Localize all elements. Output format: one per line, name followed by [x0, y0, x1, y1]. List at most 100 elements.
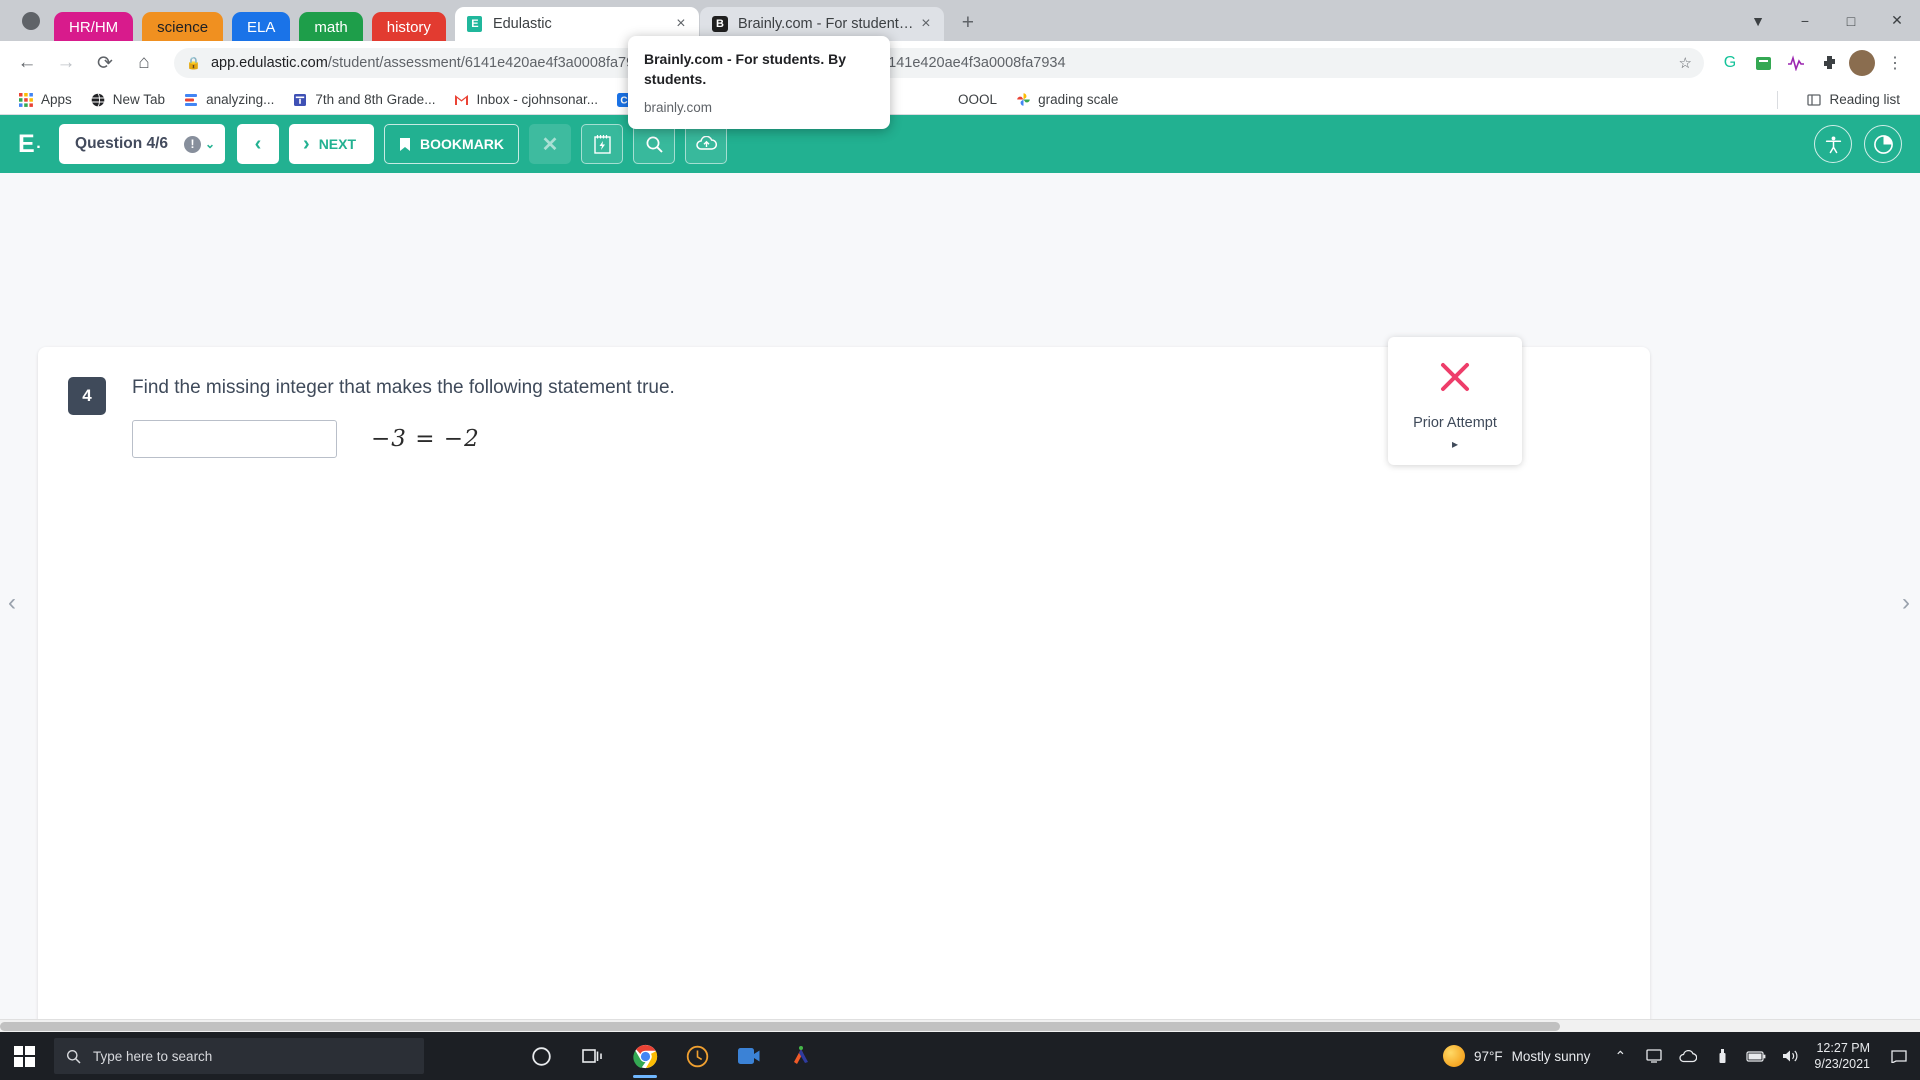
active-indicator [633, 1075, 657, 1078]
close-window-button[interactable]: ✕ [1874, 0, 1920, 41]
edulastic-header: E · Question 4/6 ! ⌄ ‹ › NEXT BOOKMARK ✕ [0, 115, 1920, 173]
taskbar-search-box[interactable]: Type here to search [54, 1038, 424, 1074]
edulastic-logo[interactable]: E · [18, 130, 41, 159]
bookmark-7th-8th-grade[interactable]: 7th and 8th Grade... [284, 89, 443, 111]
bookmark-oool[interactable]: OOOL [950, 89, 1005, 110]
expand-arrow-icon[interactable]: ▸ [1452, 437, 1458, 451]
question-selector-dropdown[interactable]: Question 4/6 ! ⌄ [59, 124, 226, 164]
chevron-down-icon[interactable]: ▼ [1734, 0, 1782, 41]
upload-response-button[interactable] [685, 124, 728, 164]
prior-attempt-label: Prior Attempt [1413, 415, 1497, 431]
extension-wave-icon[interactable] [1781, 48, 1811, 78]
gmail-icon [453, 92, 469, 108]
bookmark-label: analyzing... [206, 92, 275, 107]
tab-hover-preview: Brainly.com - For students. By students.… [628, 36, 890, 129]
paint-app-icon[interactable] [780, 1032, 822, 1080]
chrome-icon[interactable] [624, 1032, 666, 1080]
incorrect-x-icon [1437, 359, 1473, 395]
bookmark-apps[interactable]: Apps [10, 89, 80, 111]
clock-app-icon[interactable] [676, 1032, 718, 1080]
new-tab-button[interactable]: + [951, 6, 985, 40]
taskbar-app-buttons [520, 1032, 822, 1080]
chrome-menu-icon[interactable]: ⋮ [1880, 48, 1910, 78]
svg-text:C: C [620, 95, 627, 106]
close-icon[interactable]: × [671, 14, 691, 34]
show-hidden-icons-button[interactable]: ⌃ [1606, 1032, 1634, 1080]
tab-title: Edulastic [492, 16, 552, 32]
tab-group-label: science [157, 18, 209, 36]
scrollbar-thumb[interactable] [0, 1022, 1560, 1031]
bookmark-new-tab[interactable]: New Tab [82, 89, 173, 111]
bookmark-star-icon[interactable]: ☆ [1679, 54, 1692, 72]
next-question-button[interactable]: › NEXT [289, 124, 375, 164]
cortana-icon[interactable] [520, 1032, 562, 1080]
address-bar[interactable]: 🔒 app.edulastic.com/student/assessment/6… [174, 48, 1704, 78]
reading-list-button[interactable]: Reading list [1798, 89, 1908, 111]
next-page-arrow[interactable]: › [1902, 589, 1910, 617]
bookmarks-bar: Apps New Tab analyzing... 7th and 8th Gr… [0, 85, 1920, 115]
grammarly-extension-icon[interactable]: G [1715, 48, 1745, 78]
bookmarks-bar-right: Reading list [1777, 89, 1910, 111]
brainly-icon: B [711, 16, 728, 32]
tab-strip: HR/HM science ELA math history E Edulast… [0, 0, 1920, 42]
weather-condition: Mostly sunny [1511, 1048, 1591, 1064]
battery-icon[interactable] [1742, 1032, 1770, 1080]
close-icon[interactable]: × [916, 14, 936, 34]
url-host: app.edulastic.com [210, 55, 328, 71]
reading-list-label: Reading list [1829, 92, 1900, 107]
maximize-button[interactable]: □ [1828, 0, 1874, 41]
tab-group-history[interactable]: history [371, 12, 446, 42]
tab-group-ela[interactable]: ELA [232, 12, 291, 42]
sun-icon [1442, 1045, 1465, 1067]
clock-date: 9/23/2021 [1814, 1057, 1870, 1071]
action-center-icon[interactable] [1884, 1032, 1914, 1080]
tab-group-hrhm[interactable]: HR/HM [54, 12, 134, 42]
start-button[interactable] [0, 1032, 48, 1080]
monitor-icon[interactable] [1640, 1032, 1668, 1080]
tab-group-math[interactable]: math [299, 12, 363, 42]
tab-search-dot-icon[interactable] [22, 12, 40, 30]
timer-button[interactable] [1864, 125, 1902, 163]
question-prompt: Find the missing integer that makes the … [132, 377, 675, 398]
home-button[interactable]: ⌂ [127, 46, 161, 80]
prior-attempt-card[interactable]: Prior Attempt ▸ [1388, 337, 1522, 465]
scratchpad-icon [593, 134, 612, 155]
taskbar-clock[interactable]: 12:27 PM 9/23/2021 [1810, 1040, 1878, 1073]
volume-icon[interactable] [1776, 1032, 1804, 1080]
previous-question-button[interactable]: ‹ [237, 124, 280, 164]
logo-dot: · [36, 138, 42, 156]
clock-time: 12:27 PM [1816, 1040, 1870, 1055]
bookmark-button[interactable]: BOOKMARK [384, 124, 520, 164]
extension-green-icon[interactable] [1748, 48, 1778, 78]
chevron-right-icon: › [303, 132, 310, 155]
bookmark-grading-scale[interactable]: grading scale [1007, 89, 1126, 111]
search-magnify-button[interactable] [633, 124, 676, 164]
url-path: /student/assessment/6141e420ae4f3a0008fa… [327, 55, 673, 71]
scratchpad-button[interactable] [581, 124, 624, 164]
minimize-button[interactable]: − [1782, 0, 1828, 41]
back-button[interactable]: ← [10, 46, 44, 80]
tab-group-label: math [314, 18, 348, 36]
answer-input[interactable] [132, 419, 337, 458]
usb-icon[interactable] [1708, 1032, 1736, 1080]
lock-icon: 🔒 [186, 56, 201, 70]
question-number-badge: 4 [68, 377, 106, 415]
accessibility-button[interactable] [1814, 125, 1852, 163]
bookmark-inbox-gmail[interactable]: Inbox - cjohnsonar... [445, 89, 606, 111]
forward-button[interactable]: → [49, 46, 83, 80]
horizontal-scrollbar[interactable] [0, 1019, 1920, 1032]
weather-widget[interactable]: 97°F Mostly sunny [1433, 1045, 1600, 1067]
bookmark-analyzing[interactable]: analyzing... [175, 89, 282, 111]
apps-grid-icon [18, 92, 34, 108]
clear-answer-button[interactable]: ✕ [529, 124, 572, 164]
task-view-icon[interactable] [572, 1032, 614, 1080]
profile-avatar[interactable] [1847, 48, 1877, 78]
reload-button[interactable]: ⟳ [88, 46, 122, 80]
extensions-puzzle-icon[interactable] [1814, 48, 1844, 78]
prev-page-arrow[interactable]: ‹ [8, 589, 16, 617]
question-selector-label: Question 4/6 [75, 135, 169, 152]
video-app-icon[interactable] [728, 1032, 770, 1080]
taskbar-search-placeholder: Type here to search [93, 1048, 213, 1064]
cloud-icon[interactable] [1674, 1032, 1702, 1080]
tab-group-science[interactable]: science [142, 12, 224, 42]
